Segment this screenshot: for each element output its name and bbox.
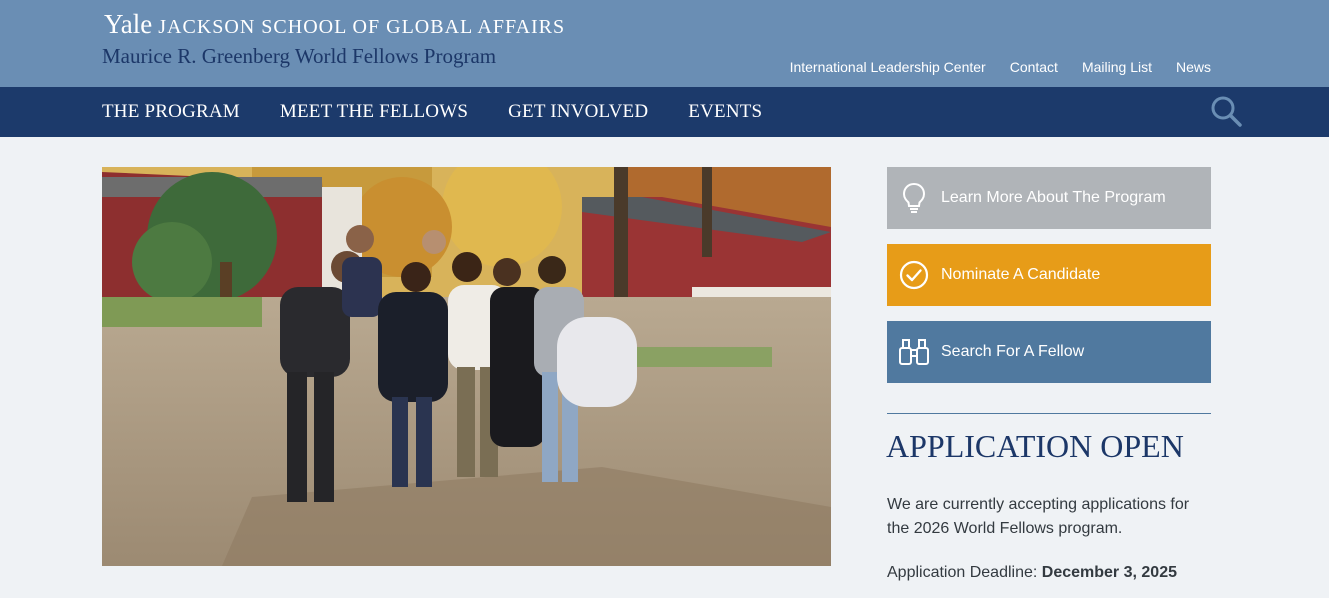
nav-item-get-involved[interactable]: GET INVOLVED: [508, 101, 648, 123]
utility-nav: International Leadership Center Contact …: [790, 59, 1211, 75]
search-fellow-button[interactable]: Search For A Fellow: [887, 321, 1211, 383]
learn-more-label: Learn More About The Program: [941, 189, 1166, 206]
binoculars-icon: [887, 321, 941, 383]
yale-jackson-logo[interactable]: Yale JACKSON SCHOOL OF GLOBAL AFFAIRS: [104, 9, 565, 40]
deadline-date: December 3, 2025: [1041, 564, 1177, 581]
util-link-international-leadership-center[interactable]: International Leadership Center: [790, 59, 986, 75]
util-link-news[interactable]: News: [1176, 59, 1211, 75]
nav-item-meet-the-fellows[interactable]: MEET THE FELLOWS: [280, 101, 468, 123]
logo-yale: Yale: [104, 9, 153, 39]
application-heading: APPLICATION OPEN: [886, 428, 1184, 464]
sidebar-divider: [887, 413, 1211, 414]
check-circle-icon: [887, 244, 941, 306]
nav-item-the-program[interactable]: THE PROGRAM: [102, 101, 240, 123]
application-description: We are currently accepting applications …: [887, 496, 1190, 537]
hero-photo: [102, 167, 831, 566]
main-nav-list: THE PROGRAM MEET THE FELLOWS GET INVOLVE…: [102, 87, 762, 137]
program-title[interactable]: Maurice R. Greenberg World Fellows Progr…: [102, 44, 496, 69]
deadline-label: Application Deadline:: [887, 564, 1038, 581]
util-link-mailing-list[interactable]: Mailing List: [1082, 59, 1152, 75]
search-icon[interactable]: [1209, 94, 1243, 128]
search-fellow-label: Search For A Fellow: [941, 343, 1085, 360]
nav-item-events[interactable]: EVENTS: [688, 101, 762, 123]
site-header: Yale JACKSON SCHOOL OF GLOBAL AFFAIRS Mau…: [0, 0, 1329, 87]
learn-more-button[interactable]: Learn More About The Program: [887, 167, 1211, 229]
util-link-contact[interactable]: Contact: [1010, 59, 1058, 75]
application-deadline: Application Deadline: December 3, 2025: [887, 564, 1177, 582]
lightbulb-icon: [887, 167, 941, 229]
logo-school: JACKSON SCHOOL OF GLOBAL AFFAIRS: [158, 16, 566, 38]
nominate-candidate-label: Nominate A Candidate: [941, 266, 1101, 283]
main-nav: THE PROGRAM MEET THE FELLOWS GET INVOLVE…: [0, 87, 1329, 137]
nominate-candidate-button[interactable]: Nominate A Candidate: [887, 244, 1211, 306]
